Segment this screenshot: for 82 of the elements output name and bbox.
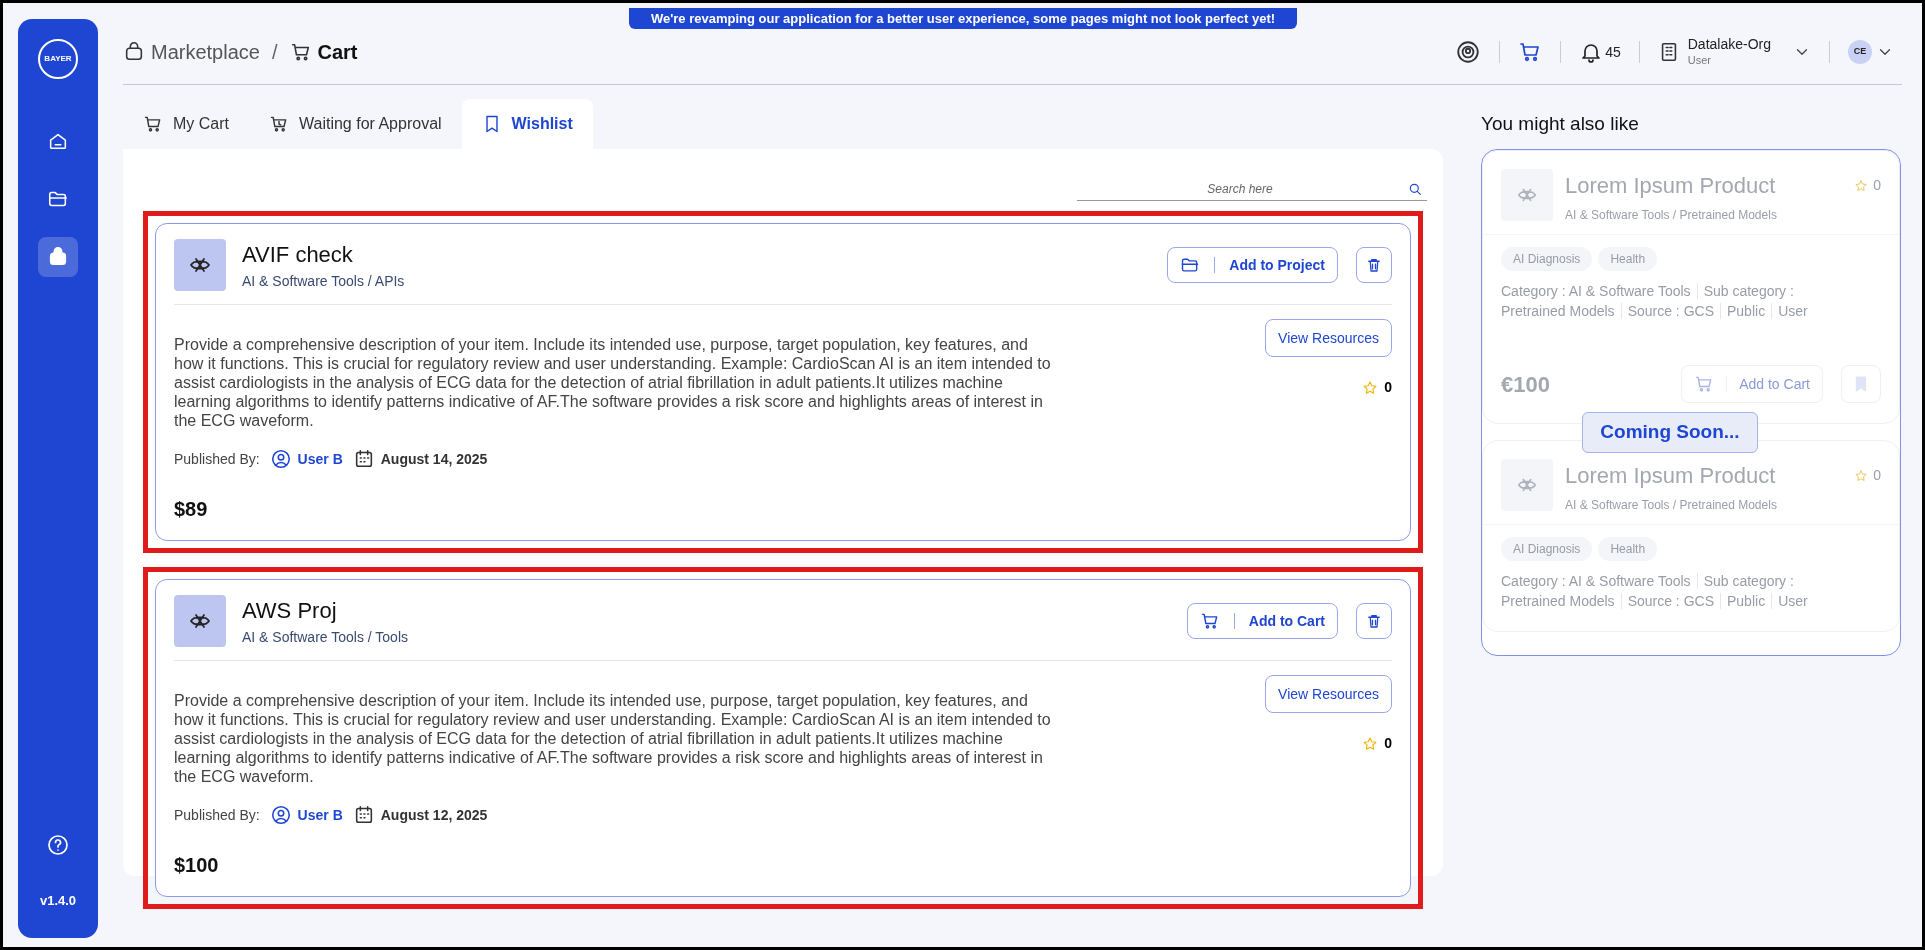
- detail-text: Category : AI & Software Tools: [1501, 572, 1691, 591]
- user-menu-button[interactable]: CE: [1848, 40, 1894, 64]
- organization-selector[interactable]: Datalake-Org User: [1657, 36, 1811, 68]
- tag: Health: [1598, 537, 1658, 561]
- product-name: Lorem Ipsum Product: [1565, 172, 1777, 200]
- detail-text: Sub category :: [1703, 282, 1794, 301]
- bag-icon: [47, 246, 69, 268]
- rating-count: 0: [1384, 734, 1392, 753]
- breadcrumb-link[interactable]: Marketplace: [123, 37, 260, 67]
- tag: Health: [1598, 247, 1658, 271]
- breadcrumb-link[interactable]: Cart: [289, 37, 358, 67]
- star-icon: [1854, 468, 1869, 483]
- user-icon: [269, 448, 292, 470]
- published-by-label: Published By:: [174, 449, 260, 469]
- help-icon: [46, 832, 70, 857]
- product-name: AVIF check: [242, 241, 354, 269]
- product-category: AI & Software Tools / Pretrained Models: [1565, 207, 1778, 224]
- view-resources-button[interactable]: View Resources: [1265, 319, 1392, 357]
- product-category: AI & Software Tools / Pretrained Models: [1565, 497, 1778, 514]
- product-price: $89: [174, 497, 209, 522]
- detail-text: Pretrained Models: [1501, 592, 1615, 611]
- trash-icon: [1365, 612, 1383, 630]
- cart-icon: [1199, 611, 1220, 631]
- tab[interactable]: Wishlist: [461, 99, 593, 149]
- detail-text: Public: [1727, 302, 1766, 321]
- star-icon: [1854, 178, 1869, 193]
- user-avatar: CE: [1848, 40, 1872, 64]
- detail-text: Source : GCS: [1627, 592, 1714, 611]
- add-to-cart-button[interactable]: Add to Cart: [1186, 603, 1338, 639]
- publisher-link[interactable]: User B: [269, 804, 343, 826]
- star-icon: [1362, 379, 1379, 396]
- rating-count: 0: [1873, 176, 1881, 195]
- detail-text: User: [1778, 302, 1808, 321]
- folder-icon: [1180, 255, 1201, 275]
- target-icon: [1455, 39, 1482, 65]
- product-category: AI & Software Tools / Tools: [242, 628, 408, 647]
- detail-text: Pretrained Models: [1501, 302, 1615, 321]
- announcement-banner: We're revamping our application for a better user experience, some pages might not look perfect yet!: [629, 8, 1297, 29]
- breadcrumb-separator: /: [271, 40, 278, 65]
- product-name: Lorem Ipsum Product: [1565, 462, 1777, 490]
- product-description: Provide a comprehensive description of your item. Include its intended use, purpose, target population, key features, and how it functions. This is crucial for regulatory review and user understanding. Example: CardioScan AI is an item intended to assist cardiologists in the analysis of ECG data for the detection of atrial fibrillation in adult patients.It utilizes machine learning algorithms to identify patterns indicative of AF.The software provides a risk score and highlights areas of interest in the ECG waveform.: [174, 335, 1052, 430]
- trash-icon: [1365, 256, 1383, 274]
- user-icon: [269, 804, 292, 826]
- product-price: €100: [1501, 370, 1550, 399]
- bayer-logo: BAYER: [38, 39, 78, 79]
- product-name: AWS Proj: [242, 597, 338, 625]
- rating-count: 0: [1384, 378, 1392, 397]
- publisher-link[interactable]: User B: [269, 448, 343, 470]
- cart-clock-icon: [269, 114, 289, 134]
- publish-date: August 14, 2025: [380, 449, 488, 469]
- help-button[interactable]: [46, 832, 70, 857]
- view-resources-button[interactable]: View Resources: [1265, 675, 1392, 713]
- help-center-button[interactable]: [1455, 39, 1482, 65]
- tab[interactable]: My Cart: [123, 99, 249, 149]
- search-icon: [1407, 181, 1423, 197]
- detail-text: User: [1778, 592, 1808, 611]
- bag-icon: [123, 41, 145, 63]
- tag: AI Diagnosis: [1501, 537, 1593, 561]
- star-icon: [1362, 735, 1379, 752]
- notifications-button[interactable]: 45: [1579, 40, 1621, 64]
- delete-button[interactable]: [1356, 603, 1392, 639]
- coming-soon-badge: Coming Soon...: [1582, 412, 1758, 453]
- detail-text: Public: [1727, 592, 1766, 611]
- publish-date: August 12, 2025: [380, 805, 488, 825]
- published-by-label: Published By:: [174, 805, 260, 825]
- tag: AI Diagnosis: [1501, 247, 1593, 271]
- search-field[interactable]: Search here: [1077, 177, 1427, 201]
- rating-count: 0: [1873, 466, 1881, 485]
- sidebar-nav-button[interactable]: [38, 237, 78, 277]
- cart-icon: [143, 114, 163, 134]
- product-description: Provide a comprehensive description of your item. Include its intended use, purpose, target population, key features, and how it functions. This is crucial for regulatory review and user understanding. Example: CardioScan AI is an item intended to assist cardiologists in the analysis of ECG data for the detection of atrial fibrillation in adult patients.It utilizes machine learning algorithms to identify patterns indicative of AF.The software provides a risk score and highlights areas of interest in the ECG waveform.: [174, 691, 1052, 786]
- product-price: $100: [174, 853, 220, 878]
- cart-icon: [289, 41, 312, 63]
- product-category: AI & Software Tools / APIs: [242, 272, 405, 291]
- tab[interactable]: Waiting for Approval: [249, 99, 462, 149]
- delete-button[interactable]: [1356, 247, 1392, 283]
- detail-text: Category : AI & Software Tools: [1501, 282, 1691, 301]
- version-label: v1.4.0: [39, 891, 77, 910]
- detail-text: Source : GCS: [1627, 302, 1714, 321]
- detail-text: Sub category :: [1703, 572, 1794, 591]
- add-to-project-button[interactable]: Add to Project: [1167, 247, 1338, 283]
- section-title: You might also like: [1481, 111, 1640, 136]
